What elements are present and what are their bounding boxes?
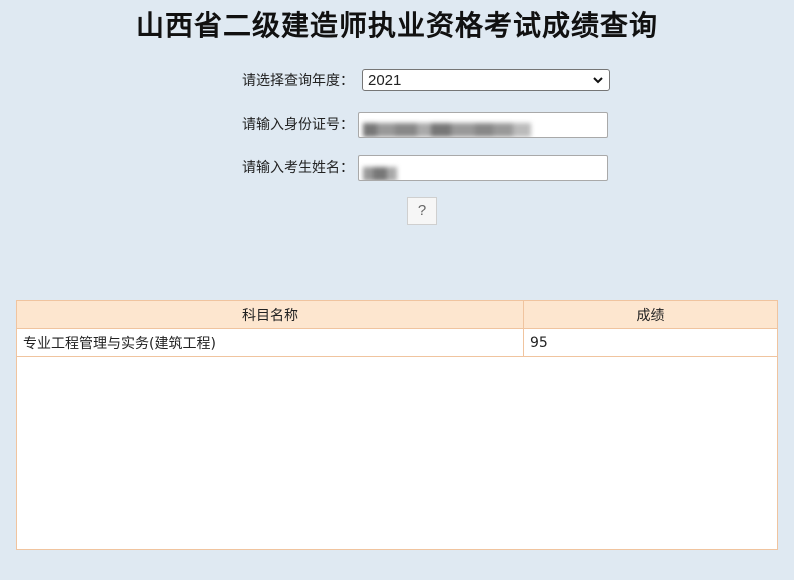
results-table-container: 科目名称 成绩 专业工程管理与实务(建筑工程) 95 [16, 300, 778, 550]
name-row: 请输入考生姓名： [0, 155, 794, 181]
name-input[interactable] [358, 155, 608, 181]
chevron-down-icon [593, 77, 603, 84]
id-number-redacted [363, 117, 531, 137]
id-label: 请输入身份证号： [242, 117, 354, 133]
cell-score: 95 [523, 328, 777, 357]
name-label: 请输入考生姓名： [242, 160, 354, 176]
id-number-input[interactable] [358, 112, 608, 138]
query-button[interactable]: ? [407, 197, 437, 225]
column-header-score: 成绩 [523, 301, 777, 329]
cell-subject: 专业工程管理与实务(建筑工程) [17, 328, 524, 357]
results-table: 科目名称 成绩 专业工程管理与实务(建筑工程) 95 [17, 301, 777, 357]
year-label: 请选择查询年度： [242, 73, 354, 89]
year-select-value: 2021 [368, 72, 402, 89]
name-redacted [363, 161, 397, 180]
year-row: 请选择查询年度： 2021 [0, 68, 794, 94]
table-row: 专业工程管理与实务(建筑工程) 95 [17, 328, 777, 357]
column-header-subject: 科目名称 [17, 301, 524, 329]
page-title: 山西省二级建造师执业资格考试成绩查询 [135, 9, 658, 42]
year-select[interactable]: 2021 [362, 69, 610, 91]
table-header-row: 科目名称 成绩 [17, 301, 777, 329]
id-row: 请输入身份证号： [0, 112, 794, 138]
